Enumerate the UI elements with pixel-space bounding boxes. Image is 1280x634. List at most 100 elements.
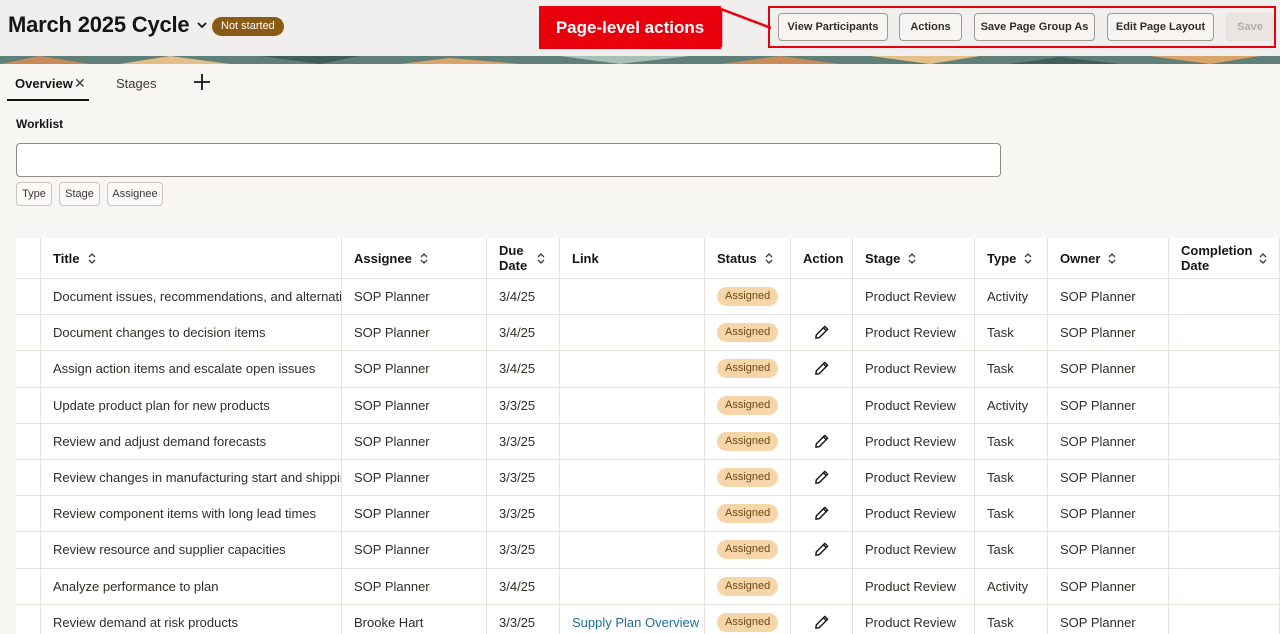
table-row[interactable]: Review resource and supplier capacities S… [16,532,1280,569]
row-selector[interactable] [16,604,41,634]
cell-title: Analyze performance to plan [41,568,342,604]
table-row[interactable]: Document issues, recommendations, and al… [16,279,1280,316]
cell-assignee: SOP Planner [342,279,487,315]
row-selector[interactable] [16,460,41,496]
cell-text: Product Review [865,614,957,630]
cell-due: 3/3/25 [487,423,560,459]
cell-text: Product Review [865,397,957,413]
column-header-title[interactable]: Title [41,238,342,278]
row-selector[interactable] [16,387,41,423]
table-row[interactable]: Assign action items and escalate open is… [16,351,1280,388]
edit-pencil-icon[interactable] [813,360,830,377]
worklist-heading: Worklist [16,117,64,131]
cell-action [791,460,853,496]
table-row[interactable]: Review and adjust demand forecasts SOP Pl… [16,423,1280,460]
sort-icon[interactable] [908,252,916,264]
table-row[interactable]: Document changes to decision items SOP Pl… [16,315,1280,352]
row-selector[interactable] [16,423,41,459]
column-header-completion[interactable]: Completion Date [1169,238,1280,278]
edit-pencil-icon[interactable] [813,614,830,631]
cell-text: Task [987,542,1014,558]
cell-status: Assigned [705,532,791,568]
cell-text: Product Review [865,542,957,558]
column-header-owner[interactable]: Owner [1048,238,1169,278]
cell-text: Task [987,470,1014,486]
column-header-status[interactable]: Status [705,238,791,278]
status-badge: Assigned [717,576,779,596]
cell-text: Activity [987,578,1029,594]
sort-icon[interactable] [1259,252,1267,264]
column-header-stage[interactable]: Stage [853,238,975,278]
cell-text: SOP Planner [1060,506,1136,522]
plus-icon[interactable] [193,73,211,91]
cell-title: Document changes to decision items [41,315,342,351]
table-row[interactable]: Analyze performance to plan SOP Planner 3/… [16,568,1280,605]
cell-assignee: SOP Planner [342,423,487,459]
tab-overview[interactable]: Overview [15,76,73,91]
cell-action [791,351,853,387]
column-header-assignee[interactable]: Assignee [342,238,487,278]
edit-page-layout-button[interactable]: Edit Page Layout [1107,13,1214,41]
sort-icon[interactable] [1108,252,1116,264]
save-page-group-as-button[interactable]: Save Page Group As [974,13,1095,41]
sort-icon[interactable] [765,252,773,264]
edit-pencil-icon[interactable] [813,505,830,522]
cell-type: Activity [975,387,1048,423]
table-row[interactable]: Review component items with long lead ti… [16,496,1280,533]
view-participants-button[interactable]: View Participants [778,13,888,41]
edit-pencil-icon[interactable] [813,433,830,450]
filter-chip-stage[interactable]: Stage [59,182,100,206]
column-header-label: Stage [865,250,901,266]
row-selector[interactable] [16,568,41,604]
cell-text: Review resource and supplier capacities [53,542,286,558]
column-header-type[interactable]: Type [975,238,1048,278]
cell-text: Review changes in manufacturing start an… [53,470,342,486]
filter-chip-type[interactable]: Type [16,182,52,206]
column-header-due[interactable]: Due Date [487,238,560,278]
status-badge: Assigned [717,431,779,451]
row-selector[interactable] [16,315,41,351]
link-text[interactable]: Supply Plan Overview [572,615,699,630]
cell-owner: SOP Planner [1048,315,1169,351]
table-row[interactable]: Update product plan for new products SOP … [16,387,1280,424]
close-icon[interactable]: ✕ [74,75,86,92]
search-input[interactable] [16,143,1001,177]
sort-icon[interactable] [420,252,428,264]
cell-status: Assigned [705,387,791,423]
page-title-group[interactable]: March 2025 Cycle [8,12,208,38]
cell-link [560,351,705,387]
edit-pencil-icon[interactable] [813,469,830,486]
sort-icon[interactable] [1024,252,1032,264]
cell-title: Assign action items and escalate open is… [41,351,342,387]
sort-icon[interactable] [537,252,545,264]
worklist-table: Title Assignee Due Date Link Status Action Sta… [16,238,1280,634]
cell-stage: Product Review [853,496,975,532]
cell-assignee: SOP Planner [342,496,487,532]
cell-action [791,279,853,315]
column-header-label: Type [987,250,1017,266]
cell-text: SOP Planner [1060,397,1136,413]
cell-type: Task [975,496,1048,532]
row-selector[interactable] [16,351,41,387]
edit-pencil-icon[interactable] [813,541,830,558]
filter-chip-assignee[interactable]: Assignee [107,182,163,206]
page-title[interactable]: March 2025 Cycle [8,12,190,38]
actions-button[interactable]: Actions [899,13,962,41]
row-selector[interactable] [16,496,41,532]
cell-type: Task [975,351,1048,387]
table-row[interactable]: Review demand at risk products Brooke Har… [16,604,1280,634]
cell-status: Assigned [705,315,791,351]
cell-status: Assigned [705,460,791,496]
row-selector[interactable] [16,279,41,315]
cell-text: Task [987,506,1014,522]
sort-icon[interactable] [88,252,96,264]
edit-pencil-icon[interactable] [813,324,830,341]
cell-text: 3/4/25 [499,578,536,594]
table-row[interactable]: Review changes in manufacturing start an… [16,460,1280,497]
cell-action [791,423,853,459]
chevron-down-icon[interactable] [196,19,208,31]
cell-text: Product Review [865,361,957,377]
save-button[interactable]: Save [1226,13,1274,41]
row-selector[interactable] [16,532,41,568]
tab-stages[interactable]: Stages [116,76,156,91]
